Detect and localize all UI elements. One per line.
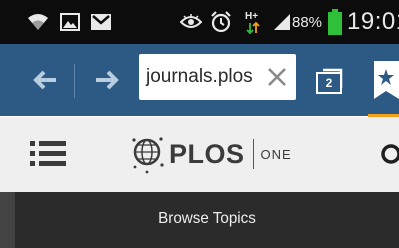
clear-url-button[interactable] xyxy=(260,54,294,100)
status-bar: H+ 88% 19:01 xyxy=(0,0,399,44)
tab-count-badge[interactable]: 2 xyxy=(316,72,342,94)
browse-topics-label: Browse Topics xyxy=(158,210,256,227)
plos-one-logo[interactable]: PLOS ONE xyxy=(131,131,292,177)
bookmark-icon xyxy=(374,61,399,99)
browser-screenshot: H+ 88% 19:01 xyxy=(0,0,399,248)
signal-icon xyxy=(273,0,291,44)
search-icon xyxy=(381,144,399,164)
search-button[interactable] xyxy=(380,143,399,169)
menu-button[interactable] xyxy=(30,139,68,169)
plos-logo-icon xyxy=(132,137,164,174)
gallery-icon xyxy=(60,0,80,44)
network-type-label: H+ xyxy=(245,11,258,22)
wifi-icon xyxy=(26,0,50,44)
back-button[interactable] xyxy=(22,44,68,116)
logo-divider xyxy=(252,139,254,169)
site-header: PLOS ONE xyxy=(0,117,399,192)
back-icon xyxy=(33,70,56,90)
eye-icon xyxy=(180,0,202,44)
alarm-icon xyxy=(210,0,232,44)
logo-subtitle: ONE xyxy=(260,146,292,162)
url-text[interactable]: journals.plos xyxy=(146,66,253,88)
gmail-icon xyxy=(90,0,112,44)
logo-text: PLOS xyxy=(169,138,245,169)
menu-icon xyxy=(30,141,66,166)
browse-topics-button[interactable]: Browse Topics xyxy=(15,192,399,248)
forward-button[interactable] xyxy=(84,44,130,116)
forward-icon xyxy=(96,70,119,90)
network-icon: H+ xyxy=(244,0,262,44)
battery-icon xyxy=(328,0,342,44)
toolbar-divider xyxy=(74,64,75,98)
clock-time: 19:01 xyxy=(347,8,399,35)
bookmark-button[interactable] xyxy=(368,44,399,116)
battery-percent: 88% xyxy=(292,13,323,31)
clear-icon xyxy=(268,68,286,86)
